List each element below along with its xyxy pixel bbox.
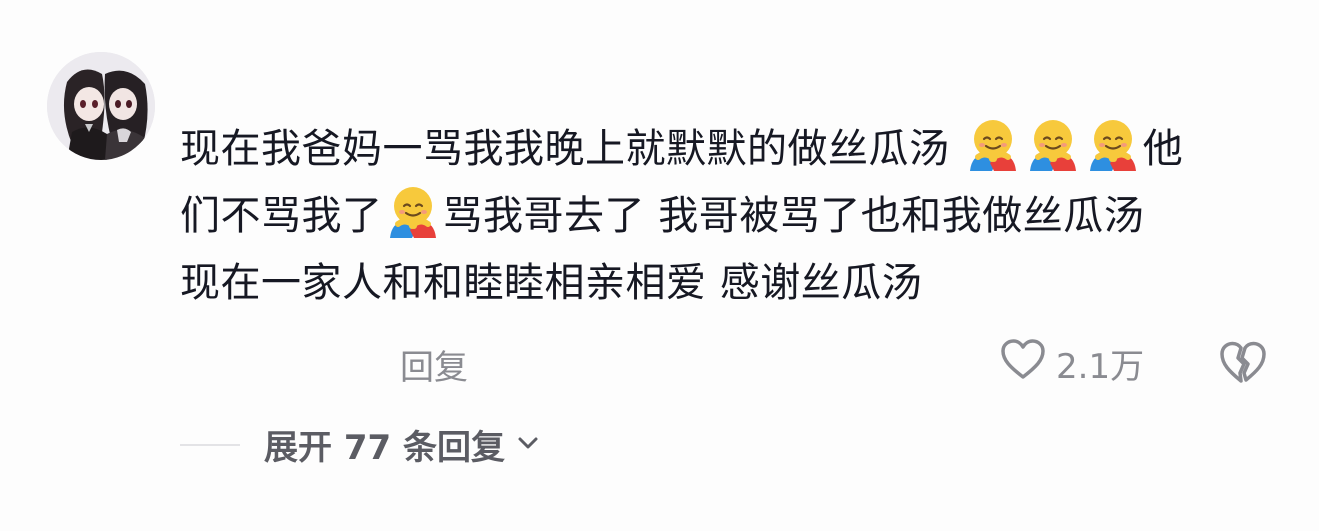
- hugging-face-emoji-icon: [966, 117, 1020, 171]
- comment-text-segment: 现在我爸妈一骂我我晚上就默默的做丝瓜汤: [180, 126, 950, 172]
- comment-line-1: 现在我爸妈一骂我我晚上就默默的做丝瓜汤 他: [180, 116, 1280, 183]
- heart-icon: [1000, 338, 1046, 389]
- comment-text-segment: 骂我哥去了 我哥被骂了也和我做丝瓜汤: [442, 193, 1145, 239]
- expand-replies-button[interactable]: 展开 77 条回复: [180, 420, 539, 469]
- like-button[interactable]: 2.1万: [1000, 338, 1144, 389]
- comment-text-segment: 们不骂我了: [180, 193, 383, 239]
- divider: [180, 443, 240, 446]
- broken-heart-icon: [1219, 341, 1267, 388]
- reply-button[interactable]: 回复: [400, 340, 468, 389]
- hugging-face-emoji-icon: [1026, 117, 1080, 171]
- like-count: 2.1万: [1056, 347, 1145, 387]
- avatar[interactable]: [47, 52, 155, 160]
- chevron-down-icon: [517, 435, 539, 454]
- comment-line-2: 们不骂我了 骂我哥去了 我哥被骂了也和我做丝瓜汤: [180, 183, 1280, 250]
- expand-replies-label: 展开 77 条回复: [264, 428, 505, 468]
- comment-text-segment: 现在一家人和和睦睦相亲相爱 感谢丝瓜汤: [180, 260, 923, 306]
- hugging-face-emoji-icon: [1086, 117, 1140, 171]
- hugging-face-emoji-icon: [386, 184, 440, 238]
- dislike-button[interactable]: [1219, 340, 1267, 388]
- comment-text-segment: 他: [1142, 126, 1184, 172]
- comment-text: 现在我爸妈一骂我我晚上就默默的做丝瓜汤 他 们不骂我了 骂我哥去了 我哥被骂了也…: [180, 116, 1280, 317]
- comment-line-3: 现在一家人和和睦睦相亲相爱 感谢丝瓜汤: [180, 250, 1280, 317]
